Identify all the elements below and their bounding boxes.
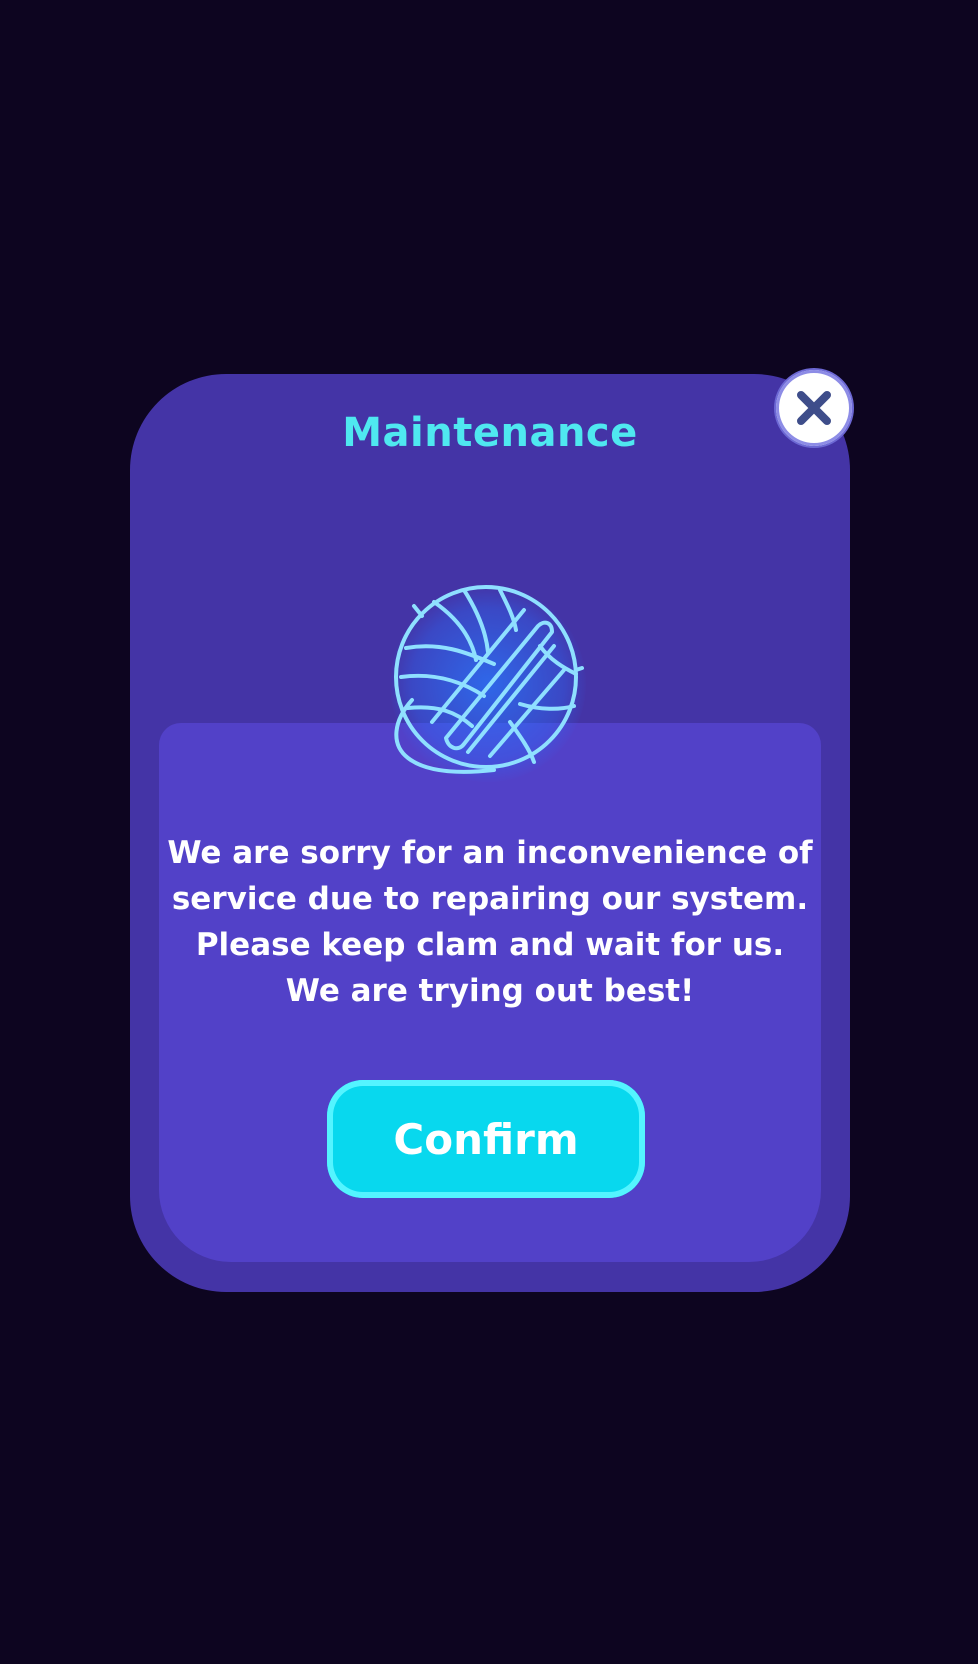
dialog-title: Maintenance	[342, 410, 638, 456]
message-line: We are trying out best!	[285, 973, 695, 1009]
screen: Maintenance We are sorry for an inconven…	[0, 0, 978, 1664]
close-button[interactable]	[776, 370, 852, 446]
confirm-button[interactable]: Confirm	[327, 1080, 645, 1198]
message-line: service due to repairing our system.	[171, 881, 809, 917]
message-line: Please keep clam and wait for us.	[195, 927, 785, 963]
maintenance-message: We are sorry for an inconvenience of ser…	[130, 830, 850, 1014]
yarn-ball-icon	[368, 560, 612, 804]
close-icon	[797, 391, 831, 425]
message-line: We are sorry for an inconvenience of	[167, 835, 813, 871]
maintenance-dialog: Maintenance We are sorry for an inconven…	[130, 374, 850, 1292]
